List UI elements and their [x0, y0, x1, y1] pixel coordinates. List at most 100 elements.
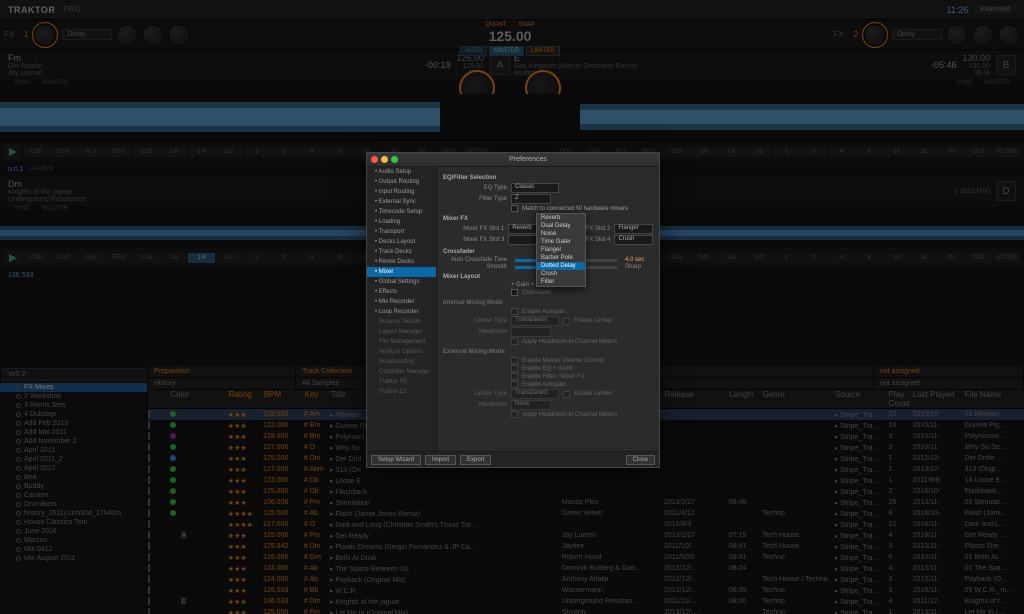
waveform-ab[interactable] — [0, 94, 1024, 140]
beat-cell[interactable]: 1/8 — [161, 253, 188, 263]
tree-item[interactable]: Add Feb 2013 — [0, 419, 147, 428]
filter-knob-b[interactable] — [525, 70, 561, 106]
prefs-sidebar-item[interactable]: • Global Settings — [367, 277, 436, 287]
table-row[interactable]: ★★★125.842# Dm▸ Plastic Dreams (Sergio F… — [148, 541, 1024, 552]
table-row[interactable]: ★★★★127.000# O▸ Dark and Long (Christian… — [148, 519, 1024, 530]
deck-a-letter[interactable]: A — [490, 55, 510, 75]
fx-select-2[interactable]: Delay — [892, 29, 942, 40]
tree-item[interactable]: Mix 0412 — [0, 545, 147, 554]
beat-cell[interactable]: 1/2 — [746, 253, 773, 263]
beat-cell[interactable]: ACTIVE — [994, 147, 1021, 157]
fx-param-knob[interactable] — [116, 24, 138, 46]
beat-cell[interactable]: 1/2 — [216, 147, 243, 157]
sync-button-c[interactable]: SYNC — [8, 206, 37, 220]
tree-item[interactable]: 2 Workshop — [0, 392, 147, 401]
tree-item[interactable]: June 2016 — [0, 527, 147, 536]
fx-param-knob[interactable] — [168, 24, 190, 46]
table-row[interactable]: A★★★125.000# Fm▸ Get ReadyJay Lumen2013/… — [148, 530, 1024, 541]
beat-cell[interactable]: 2 — [271, 147, 298, 157]
tree-item[interactable]: Mix August 2011 — [0, 554, 147, 563]
tree-item[interactable]: April 2011 — [0, 446, 147, 455]
tree-item[interactable]: Add Mai 2011 — [0, 428, 147, 437]
tree-item[interactable]: April 2011_2 — [0, 455, 147, 464]
fx-dropdown-item[interactable]: Time Gater — [537, 238, 585, 246]
beat-cell[interactable]: 8 — [856, 253, 883, 263]
beat-cell[interactable]: CUE — [23, 147, 50, 157]
limiter-type-select[interactable]: Transparent — [511, 316, 559, 326]
tree-item[interactable]: 3 Remix Sets — [0, 401, 147, 410]
match-hw-check[interactable] — [511, 205, 518, 212]
prefs-sidebar-item[interactable]: • Timecode Setup — [367, 207, 436, 217]
beat-cell[interactable]: 32 — [911, 253, 938, 263]
close-icon[interactable] — [371, 156, 378, 163]
sync-button-a[interactable]: SYNC — [8, 80, 37, 94]
tab-preparation[interactable]: Preparation — [148, 366, 296, 377]
beat-cell[interactable]: 1/16 — [663, 147, 690, 157]
beat-cell[interactable]: CUE — [23, 253, 50, 263]
ext-limiter-type-select[interactable]: Transparent — [511, 389, 559, 399]
fx-param-knob[interactable] — [972, 24, 994, 46]
layout-selector[interactable]: Extended — [974, 5, 1016, 14]
tree-item[interactable]: FX-Mixes — [0, 383, 147, 392]
beat-cell[interactable]: 32 — [911, 147, 938, 157]
fx-dropdown-item[interactable]: Dual Delay — [537, 222, 585, 230]
beat-cell[interactable]: 1 — [773, 253, 800, 263]
beat-cell[interactable]: 2 — [271, 253, 298, 263]
beat-cell[interactable]: 1/16 — [133, 253, 160, 263]
fx-dry-wet-knob-2[interactable] — [862, 22, 888, 48]
fx-dropdown-item[interactable]: Barber Pole — [537, 254, 585, 262]
prefs-sidebar-item[interactable]: Traktor S5 — [367, 377, 436, 387]
prefs-sidebar-item[interactable]: Controller Manager — [367, 367, 436, 377]
fx-param-knob[interactable] — [946, 24, 968, 46]
import-button[interactable]: Import — [425, 455, 456, 465]
crossfader-check[interactable] — [511, 289, 518, 296]
prefs-sidebar-item[interactable]: • Loading — [367, 217, 436, 227]
table-row[interactable]: ★★★106.006# Fm▸ StimulationMaceo Plex201… — [148, 497, 1024, 508]
prefs-sidebar-item[interactable]: • Loop Recorder — [367, 307, 436, 317]
tree-item[interactable]: DrumBass — [0, 500, 147, 509]
export-button[interactable]: Export — [460, 455, 491, 465]
filter-type-select[interactable]: Z — [511, 194, 551, 204]
beat-cell[interactable]: 8 — [856, 147, 883, 157]
master-button-c[interactable]: MASTER — [37, 206, 74, 220]
fx-slot-2-select[interactable]: Flanger — [614, 224, 653, 234]
prefs-sidebar-item[interactable]: • Remix Decks — [367, 257, 436, 267]
beat-cell[interactable]: 2 — [801, 147, 828, 157]
filter-knob-a[interactable] — [459, 70, 495, 106]
table-row[interactable]: ★★★126.503# Bb▸ W.C.R.Wassermann2013/12/… — [148, 585, 1024, 596]
autogain-check[interactable] — [511, 308, 518, 315]
prefs-sidebar-item[interactable]: Traktor Z2 — [367, 387, 436, 397]
prefs-sidebar[interactable]: • Audio Setup• Output Routing• Input Rou… — [367, 167, 437, 451]
zoom-icon[interactable] — [391, 156, 398, 163]
beat-cell[interactable]: 1/4 — [188, 253, 215, 263]
beat-cell[interactable]: 1 — [244, 253, 271, 263]
fx-dropdown-item[interactable]: Filter — [537, 278, 585, 286]
fx-slot-dropdown[interactable]: ReverbDual DelayNoiseTime GaterFlangerBa… — [536, 213, 586, 287]
tab-notassigned[interactable]: not assigned — [874, 366, 1024, 377]
prefs-sidebar-item[interactable]: • Output Routing — [367, 177, 436, 187]
tree-item[interactable]: Add November 2 — [0, 437, 147, 446]
prefs-titlebar[interactable]: Preferences — [367, 153, 659, 167]
fx-select-1[interactable]: Delay — [62, 29, 112, 40]
beat-cell[interactable]: 1/8 — [161, 147, 188, 157]
beat-cell[interactable]: FLX — [78, 253, 105, 263]
prefs-sidebar-item[interactable]: Layout Manager — [367, 327, 436, 337]
fx-dropdown-item[interactable]: Noise — [537, 230, 585, 238]
fx-unit-2[interactable]: 2 — [854, 30, 858, 39]
search-input[interactable] — [2, 368, 148, 381]
prefs-sidebar-item[interactable]: • Mix Recorder — [367, 297, 436, 307]
tree-item[interactable]: April 2012 — [0, 464, 147, 473]
beat-cell[interactable]: FLX — [78, 147, 105, 157]
beat-cell[interactable]: 1/4 — [188, 147, 215, 157]
limiter-enable-check[interactable] — [563, 318, 570, 325]
table-row[interactable]: ★★★★125.500# Ab▸ Flash (Jamie Jones Remi… — [148, 508, 1024, 519]
tree-item[interactable]: history_2011y11m30d_17h40m — [0, 509, 147, 518]
beat-cell[interactable]: OUT — [966, 147, 993, 157]
prefs-sidebar-item[interactable]: File Management — [367, 337, 436, 347]
beat-cell[interactable]: 8 — [326, 147, 353, 157]
tab-notassigned3[interactable]: not assigned — [874, 378, 1024, 389]
beat-cell[interactable]: 1 — [773, 147, 800, 157]
fx-slot-4-select[interactable]: Crush — [614, 235, 653, 245]
fx-param-knob[interactable] — [142, 24, 164, 46]
tree-item[interactable]: Carsten — [0, 491, 147, 500]
